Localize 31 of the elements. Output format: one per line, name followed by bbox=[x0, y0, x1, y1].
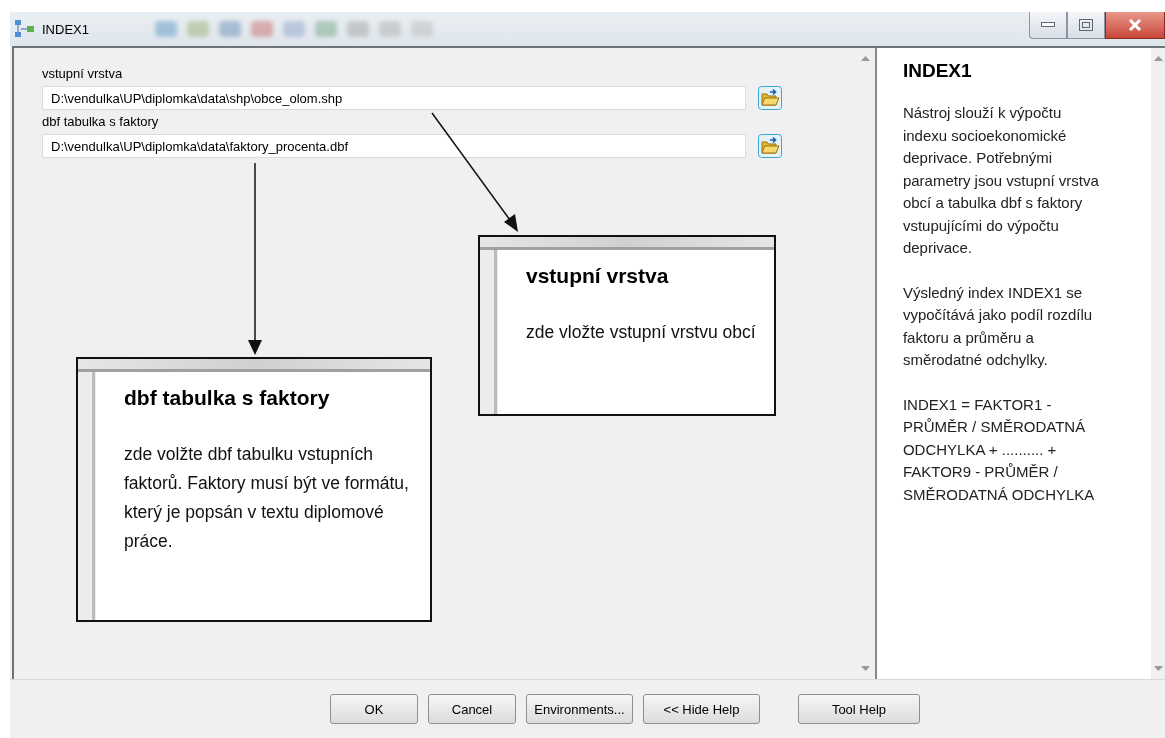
callout-text: zde volžte dbf tabulku vstupních faktorů. Faktory musí být ve formátu, který je popsán v textu diplomové práce. bbox=[124, 443, 410, 553]
maximize-button[interactable] bbox=[1067, 12, 1105, 39]
open-folder-icon[interactable] bbox=[758, 86, 782, 110]
help-text: INDEX1 = FAKTOR1 - PRŮMĚR / SMĚRODATNÁ ODCHYLKA + .......... + FAKTOR9 - PRŮMĚR / SMĚRODATNÁ ODCHYLKA bbox=[902, 394, 1096, 505]
close-button[interactable] bbox=[1105, 12, 1165, 39]
callout-title: dbf tabulka s faktory bbox=[124, 386, 331, 410]
parameter-label: dbf tabulka s faktory bbox=[42, 114, 160, 130]
callout-text: zde vložte vstupní vrstvu obcí bbox=[526, 321, 757, 344]
callout-title: vstupní vrstva bbox=[526, 264, 670, 288]
minimize-icon bbox=[1041, 22, 1055, 28]
window-title: INDEX1 bbox=[42, 21, 89, 37]
open-folder-icon[interactable] bbox=[758, 134, 782, 158]
path-field[interactable]: D:\vendulka\UP\diplomka\data\faktory_procenta.dbf bbox=[42, 134, 746, 158]
maximize-icon bbox=[1079, 19, 1093, 31]
help-title: INDEX1 bbox=[902, 60, 973, 82]
model-icon bbox=[14, 19, 36, 39]
parameter-label: vstupní vrstva bbox=[42, 66, 124, 82]
close-icon bbox=[1128, 19, 1142, 31]
dialog-button[interactable]: Tool Help bbox=[798, 694, 920, 724]
help-text: Nástroj slouží k výpočtu indexu socioekonomické deprivace. Potřebnými parametry jsou vstupní vrstva obcí a tabulka dbf s faktory vstupujícími do výpočtu deprivace. bbox=[902, 103, 1100, 258]
scroll-up-icon[interactable] bbox=[860, 56, 870, 61]
help-text: Výsledný index INDEX1 se vypočítává jako podíl rozdílu faktoru a průměru a směrodatné odchylky. bbox=[902, 282, 1094, 370]
dialog-button[interactable]: << Hide Help bbox=[643, 694, 760, 724]
dialog-button[interactable]: Environments... bbox=[526, 694, 633, 724]
path-field[interactable]: D:\vendulka\UP\diplomka\data\shp\obce_olom.shp bbox=[42, 86, 746, 110]
dialog-button[interactable]: OK bbox=[330, 694, 418, 724]
dialog-button[interactable]: Cancel bbox=[428, 694, 516, 724]
scroll-down-icon[interactable] bbox=[860, 666, 870, 671]
scroll-down-icon[interactable] bbox=[1153, 666, 1163, 671]
minimize-button[interactable] bbox=[1029, 12, 1067, 39]
scroll-up-icon[interactable] bbox=[1153, 56, 1163, 61]
